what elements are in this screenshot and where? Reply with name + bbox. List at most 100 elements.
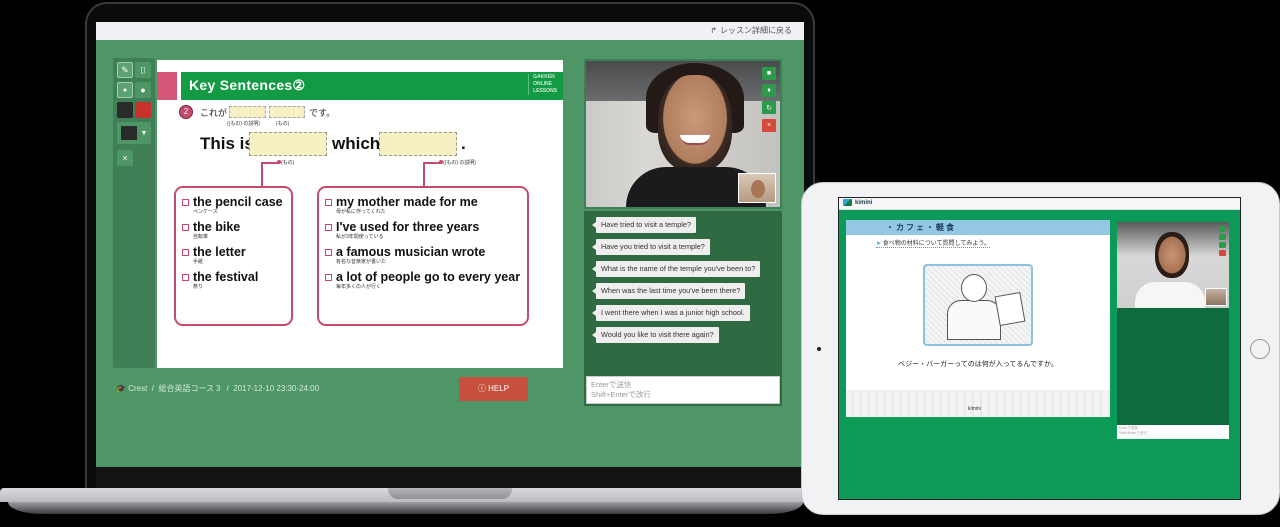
tablet-end-call-button[interactable] [1219, 250, 1226, 256]
info-circle-icon: ⓘ [477, 384, 486, 393]
video-camera-icon: ■ [766, 70, 772, 77]
checkbox-icon [182, 249, 189, 256]
stamp-icon: ⌷ [140, 64, 146, 75]
video-panel: ■ ♦ ↻ × [584, 59, 782, 209]
pencil-icon: ✎ [121, 64, 129, 75]
tablet-lesson-slide: ・カフェ・軽食 ➤ 食べ物の材料について質問してみよう。 ベジー・バーガーっての… [846, 220, 1110, 417]
chat-message: Have tried to visit a temple? [591, 217, 697, 233]
connector-line-left [261, 162, 279, 188]
choice-item[interactable]: a lot of people go to every year 毎年多くの人が行… [325, 271, 521, 291]
choice-item[interactable]: a famous musician wrote 有名な音楽家が書いた [325, 246, 521, 266]
slide-header: Key Sentences② GAKKEN ONLINE LESSONS [181, 72, 563, 100]
cafe-illustration [923, 264, 1033, 346]
chat-messages: Have tried to visit a temple? Have you t… [590, 217, 776, 349]
color-black-button[interactable] [117, 102, 133, 118]
tablet-slide-header: ・カフェ・軽食 [846, 220, 1110, 235]
tablet-slide-title: ・カフェ・軽食 [886, 223, 956, 232]
checkbox-icon [325, 199, 332, 206]
help-button[interactable]: ⓘ HELP [459, 377, 528, 401]
breadcrumb: 🎓 Crest / 総合英語コース３ / 2017-12-10 23:30-24… [116, 384, 320, 393]
connector-hint-right: ((もの) の説明) [443, 160, 477, 166]
chat-message: I went there when I was a junior high sc… [592, 305, 750, 321]
laptop-screen: ↱ レッスン詳細に戻る ✎ ⌷ ● ● ▼ × Key Sentences② G… [96, 22, 804, 467]
tablet-camera [817, 347, 821, 351]
slide-header-accent [157, 72, 177, 100]
drop-large-icon: ● [140, 85, 146, 95]
checkbox-icon [182, 224, 189, 231]
tablet-camera-button[interactable] [1219, 226, 1226, 232]
left-choices-box: the pencil case ペンケース the bike 自転車 the let… [174, 186, 293, 326]
footer-logo: kimini [968, 406, 981, 412]
choice-item[interactable]: I've used for three years 私が3年間使っている [325, 221, 521, 241]
selected-color-swatch [120, 126, 137, 140]
chat-panel: Have tried to visit a temple? Have you t… [584, 211, 782, 406]
chat-message: Would you like to visit there again? [592, 327, 719, 343]
mic-toggle-button[interactable]: ♦ [762, 84, 776, 97]
jp-blank-2[interactable] [269, 106, 305, 118]
connector-line-right [423, 162, 441, 188]
color-dropdown[interactable]: ▼ [117, 122, 151, 144]
device-showcase: ↱ レッスン詳細に戻る ✎ ⌷ ● ● ▼ × Key Sentences② G… [0, 0, 1280, 527]
breadcrumb-class-link[interactable]: 総合英語コース３ [158, 384, 222, 393]
jp-hint-1: ((もの) の説明) [227, 121, 261, 127]
brand-logo: GAKKEN ONLINE LESSONS [528, 74, 557, 95]
kimini-logo-icon [843, 199, 852, 206]
choice-item[interactable]: the bike 自転車 [182, 221, 285, 241]
drop-small-icon: ● [122, 86, 128, 94]
chevron-down-icon: ▼ [140, 129, 148, 137]
checkbox-icon [325, 249, 332, 256]
large-brush-button[interactable]: ● [135, 82, 151, 98]
camera-toggle-button[interactable]: ■ [762, 67, 776, 80]
tablet-chat-input[interactable]: Enterで送信 Shift+Enterで改行 [1117, 425, 1229, 439]
teacher-video: ■ ♦ ↻ × [586, 61, 780, 207]
english-blank-thing[interactable] [249, 132, 327, 156]
kimini-logo[interactable]: kimini [843, 199, 872, 206]
close-icon: × [766, 122, 772, 129]
jp-blank-1[interactable] [229, 106, 266, 118]
chat-input[interactable]: Enterで送信 Shift+Enterで改行 [586, 376, 780, 404]
teacher-face [658, 75, 732, 171]
japanese-prompt-suffix: です。 [309, 108, 336, 118]
self-view-video [738, 173, 776, 203]
back-link-label: レッスン詳細に戻る [720, 26, 792, 35]
checkbox-icon [325, 274, 332, 281]
back-to-lesson-details-link[interactable]: ↱ レッスン詳細に戻る [710, 25, 792, 36]
connector-hint-left: (もの) [281, 160, 295, 166]
arrow-right-icon: ➤ [876, 241, 882, 247]
choice-item[interactable]: the pencil case ペンケース [182, 196, 285, 216]
microphone-icon: ♦ [767, 87, 771, 94]
lesson-datetime: 2017-12-10 23:30-24:00 [233, 384, 320, 393]
jp-hint-2: (もの) [276, 121, 290, 127]
color-red-button[interactable] [135, 102, 151, 118]
tablet-self-view [1205, 288, 1227, 306]
small-brush-button[interactable]: ● [117, 82, 133, 98]
share-arrow-icon: ↱ [710, 26, 717, 35]
checkbox-icon [325, 224, 332, 231]
slide-title: Key Sentences② [189, 77, 306, 93]
end-call-button[interactable]: × [762, 119, 776, 132]
english-suffix: . [461, 134, 466, 153]
checkbox-icon [182, 199, 189, 206]
choice-item[interactable]: the festival 祭り [182, 271, 285, 291]
english-prefix: This is [200, 134, 254, 153]
tablet-slide-footer: kimini [846, 390, 1110, 417]
tablet-chat-panel [1117, 308, 1229, 425]
choice-item[interactable]: my mother made for me 母が私に作ってくれた [325, 196, 521, 216]
stamp-tool-button[interactable]: ⌷ [135, 62, 151, 78]
clear-button[interactable]: × [117, 150, 133, 166]
english-blank-description[interactable] [379, 132, 457, 156]
switch-camera-button[interactable]: ↻ [762, 101, 776, 114]
pencil-tool-button[interactable]: ✎ [117, 62, 133, 78]
lesson-slide: Key Sentences② GAKKEN ONLINE LESSONS 2 こ… [157, 60, 563, 368]
tablet-slide-subtitle: ➤ 食べ物の材料について質問してみよう。 [876, 238, 990, 248]
chat-message: What is the name of the temple you've be… [591, 261, 761, 277]
refresh-icon: ↻ [766, 104, 772, 112]
tablet-home-button[interactable] [1250, 339, 1270, 359]
tablet-switch-button[interactable] [1219, 242, 1226, 248]
tablet-teacher-video [1117, 222, 1229, 308]
tablet-mic-button[interactable] [1219, 234, 1226, 240]
breadcrumb-course-link[interactable]: Crest [128, 384, 147, 393]
choice-item[interactable]: the letter 手紙 [182, 246, 285, 266]
laptop-notch [388, 488, 512, 499]
tablet-top-bar: kimini [839, 198, 1240, 210]
